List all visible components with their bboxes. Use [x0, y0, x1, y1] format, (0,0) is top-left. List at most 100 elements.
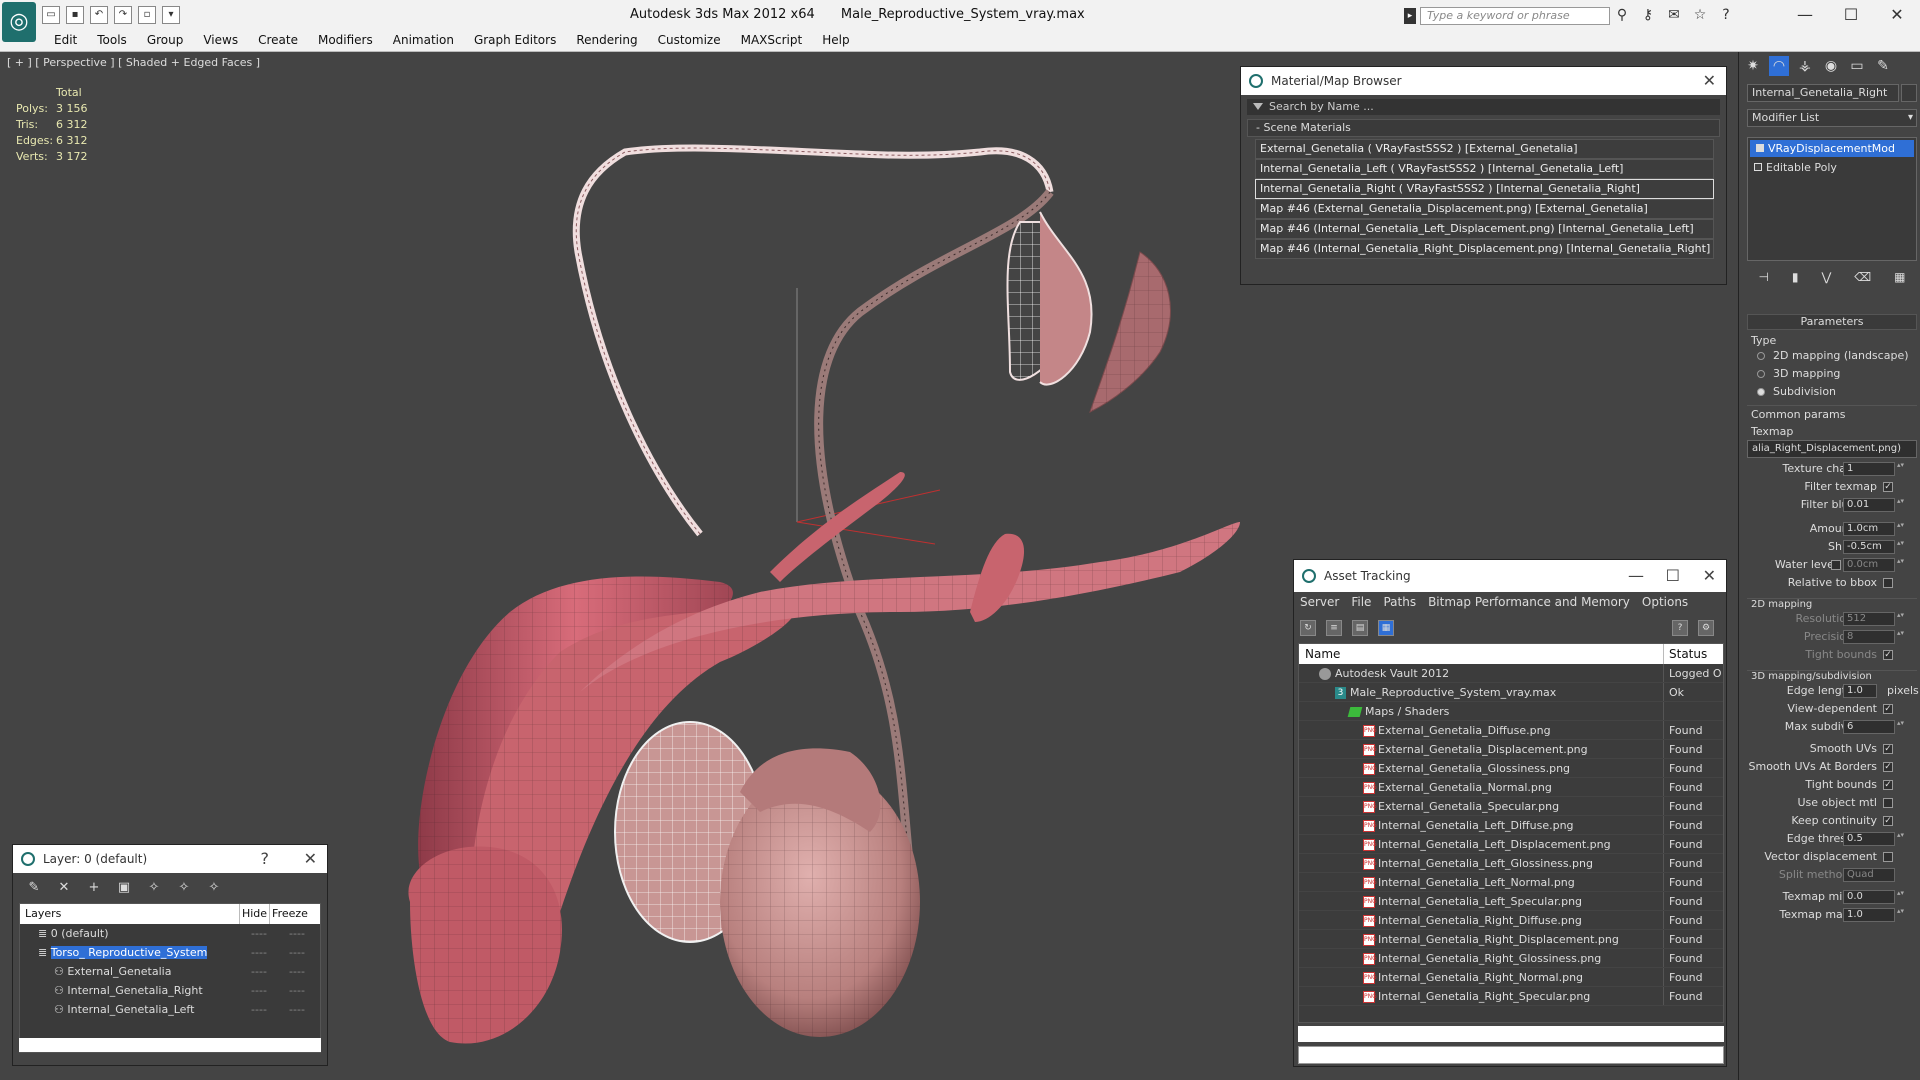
layer-freeze-toggle[interactable]: ----: [278, 1000, 316, 1019]
freeze-all-icon[interactable]: ✧: [205, 879, 223, 897]
modifier-list-dropdown[interactable]: Modifier List ▾: [1747, 109, 1917, 127]
add-to-layer-icon[interactable]: +: [85, 879, 103, 897]
resolution-input[interactable]: 512: [1843, 612, 1895, 626]
menu-customize[interactable]: Customize: [658, 33, 721, 47]
amount-input[interactable]: 1.0cm: [1843, 522, 1895, 536]
table-view-icon[interactable]: ▦: [1378, 620, 1394, 636]
layer-freeze-toggle[interactable]: ----: [278, 981, 316, 1000]
viewport-label[interactable]: [ + ] [ Perspective ] [ Shaded + Edged F…: [7, 56, 260, 69]
stack-item-vray-displacement[interactable]: VRayDisplacementMod: [1750, 140, 1914, 157]
project-folder-icon[interactable]: ▫: [138, 6, 156, 24]
precision-input[interactable]: 8: [1843, 630, 1895, 644]
pin-stack-icon[interactable]: ⊣: [1758, 270, 1768, 290]
close-icon[interactable]: ✕: [1703, 560, 1716, 592]
asset-row[interactable]: Autodesk Vault 2012 Logged O: [1299, 664, 1723, 683]
object-color-swatch[interactable]: [1901, 84, 1917, 102]
search-expand-icon[interactable]: ▸: [1404, 8, 1416, 24]
texmap-min-input[interactable]: 0.0: [1843, 890, 1895, 904]
layer-row[interactable]: ≣ Torso_ Reproductive_System ---- ----: [20, 943, 320, 962]
radio-2d-mapping[interactable]: 2D mapping (landscape): [1747, 347, 1917, 365]
settings-icon[interactable]: ⚙: [1698, 620, 1714, 636]
view-dependent-checkbox[interactable]: ✓: [1883, 704, 1893, 714]
maximize-icon[interactable]: ☐: [1666, 560, 1680, 592]
asset-row[interactable]: Maps / Shaders: [1299, 702, 1723, 721]
detail-view-icon[interactable]: ▤: [1352, 620, 1368, 636]
material-item-selected[interactable]: Internal_Genetalia_Right ( VRayFastSSS2 …: [1255, 179, 1714, 199]
subscription-icon[interactable]: ⚷: [1638, 6, 1658, 24]
asset-row[interactable]: PNGExternal_Genetalia_Diffuse.png Found: [1299, 721, 1723, 740]
close-window-button[interactable]: ✕: [1874, 0, 1920, 30]
tight-bounds-checkbox[interactable]: ✓: [1883, 650, 1893, 660]
radio-3d-mapping[interactable]: 3D mapping: [1747, 365, 1917, 383]
shift-input[interactable]: -0.5cm: [1843, 540, 1895, 554]
layer-row[interactable]: ⚇ Internal_Genetalia_Right ---- ----: [20, 981, 320, 1000]
layer-freeze-toggle[interactable]: ----: [278, 943, 316, 962]
layer-freeze-toggle[interactable]: ----: [278, 962, 316, 981]
motion-tab-icon[interactable]: ◉: [1821, 56, 1841, 76]
radio-button[interactable]: [1757, 352, 1765, 360]
asset-row[interactable]: PNGInternal_Genetalia_Right_Specular.png…: [1299, 987, 1723, 1006]
max-subdivs-input[interactable]: 6: [1843, 720, 1895, 734]
menu-graph-editors[interactable]: Graph Editors: [474, 33, 556, 47]
scene-materials-group[interactable]: - Scene Materials: [1247, 119, 1720, 137]
show-end-result-icon[interactable]: ▮: [1792, 270, 1799, 290]
radio-button[interactable]: [1757, 370, 1765, 378]
menu-create[interactable]: Create: [258, 33, 298, 47]
column-layers[interactable]: Layers: [20, 904, 240, 924]
refresh-icon[interactable]: ↻: [1300, 620, 1316, 636]
asset-row[interactable]: PNGExternal_Genetalia_Normal.png Found: [1299, 778, 1723, 797]
asset-row[interactable]: PNGExternal_Genetalia_Specular.png Found: [1299, 797, 1723, 816]
material-item[interactable]: Internal_Genetalia_Left ( VRayFastSSS2 )…: [1255, 159, 1714, 179]
spinner-icon[interactable]: ▴▾: [1897, 558, 1905, 572]
lightbulb-icon[interactable]: [1756, 144, 1764, 152]
spinner-icon[interactable]: ▴▾: [1897, 832, 1905, 846]
material-item[interactable]: Map #46 (External_Genetalia_Displacement…: [1255, 199, 1714, 219]
modify-tab-icon[interactable]: ◠: [1769, 56, 1789, 76]
spinner-icon[interactable]: ▴▾: [1897, 890, 1905, 904]
stack-item-editable-poly[interactable]: Editable Poly: [1748, 159, 1916, 176]
layer-row[interactable]: ⚇ External_Genetalia ---- ----: [20, 962, 320, 981]
layer-hide-toggle[interactable]: ----: [240, 981, 278, 1000]
configure-sets-icon[interactable]: ▦: [1894, 270, 1905, 290]
menu-paths[interactable]: Paths: [1383, 592, 1416, 614]
close-icon[interactable]: ✕: [1703, 67, 1716, 95]
list-view-icon[interactable]: ≡: [1326, 620, 1342, 636]
radio-subdivision[interactable]: Subdivision: [1747, 383, 1917, 401]
binoculars-icon[interactable]: ⚲: [1612, 6, 1632, 24]
menu-help[interactable]: Help: [822, 33, 849, 47]
menu-server[interactable]: Server: [1300, 592, 1339, 614]
texture-chan-input[interactable]: 1: [1843, 462, 1895, 476]
maximize-button[interactable]: ☐: [1828, 0, 1874, 30]
material-item[interactable]: Map #46 (Internal_Genetalia_Right_Displa…: [1255, 239, 1714, 259]
display-tab-icon[interactable]: ▭: [1847, 56, 1867, 76]
spinner-icon[interactable]: ▴▾: [1897, 612, 1905, 626]
favorites-star-icon[interactable]: ☆: [1690, 6, 1710, 24]
asset-tracking-titlebar[interactable]: Asset Tracking — ☐ ✕: [1294, 560, 1726, 592]
smooth-uvs-checkbox[interactable]: ✓: [1883, 744, 1893, 754]
layer-hide-toggle[interactable]: ----: [240, 962, 278, 981]
use-object-mtl-checkbox[interactable]: [1883, 798, 1893, 808]
make-unique-icon[interactable]: ⋁: [1821, 270, 1831, 290]
keyword-search-input[interactable]: Type a keyword or phrase: [1420, 7, 1610, 25]
spinner-icon[interactable]: ▴▾: [1897, 908, 1905, 922]
close-icon[interactable]: ✕: [304, 845, 317, 873]
menu-options[interactable]: Options: [1642, 592, 1688, 614]
split-method-dropdown[interactable]: Quad: [1843, 868, 1895, 882]
layer-hide-toggle[interactable]: ----: [240, 1000, 278, 1019]
remove-modifier-icon[interactable]: ⌫: [1854, 270, 1871, 290]
help-icon[interactable]: ?: [261, 845, 270, 873]
layer-hide-toggle[interactable]: ----: [240, 924, 278, 943]
spinner-icon[interactable]: ▴▾: [1897, 498, 1905, 512]
asset-row[interactable]: PNGExternal_Genetalia_Glossiness.png Foun…: [1299, 759, 1723, 778]
layer-row[interactable]: ≣ 0 (default) ---- ----: [20, 924, 320, 943]
parameters-rollout-header[interactable]: Parameters: [1747, 314, 1917, 330]
asset-row[interactable]: PNGInternal_Genetalia_Left_Normal.png Fou…: [1299, 873, 1723, 892]
layer-horizontal-scrollbar[interactable]: [19, 1038, 321, 1052]
undo-icon[interactable]: ↶: [90, 6, 108, 24]
menu-rendering[interactable]: Rendering: [576, 33, 637, 47]
column-freeze[interactable]: Freeze: [270, 904, 310, 924]
asset-row[interactable]: 3 Male_Reproductive_System_vray.max Ok: [1299, 683, 1723, 702]
edge-length-input[interactable]: 1.0: [1843, 684, 1877, 698]
menu-animation[interactable]: Animation: [393, 33, 454, 47]
hide-all-icon[interactable]: ✧: [175, 879, 193, 897]
